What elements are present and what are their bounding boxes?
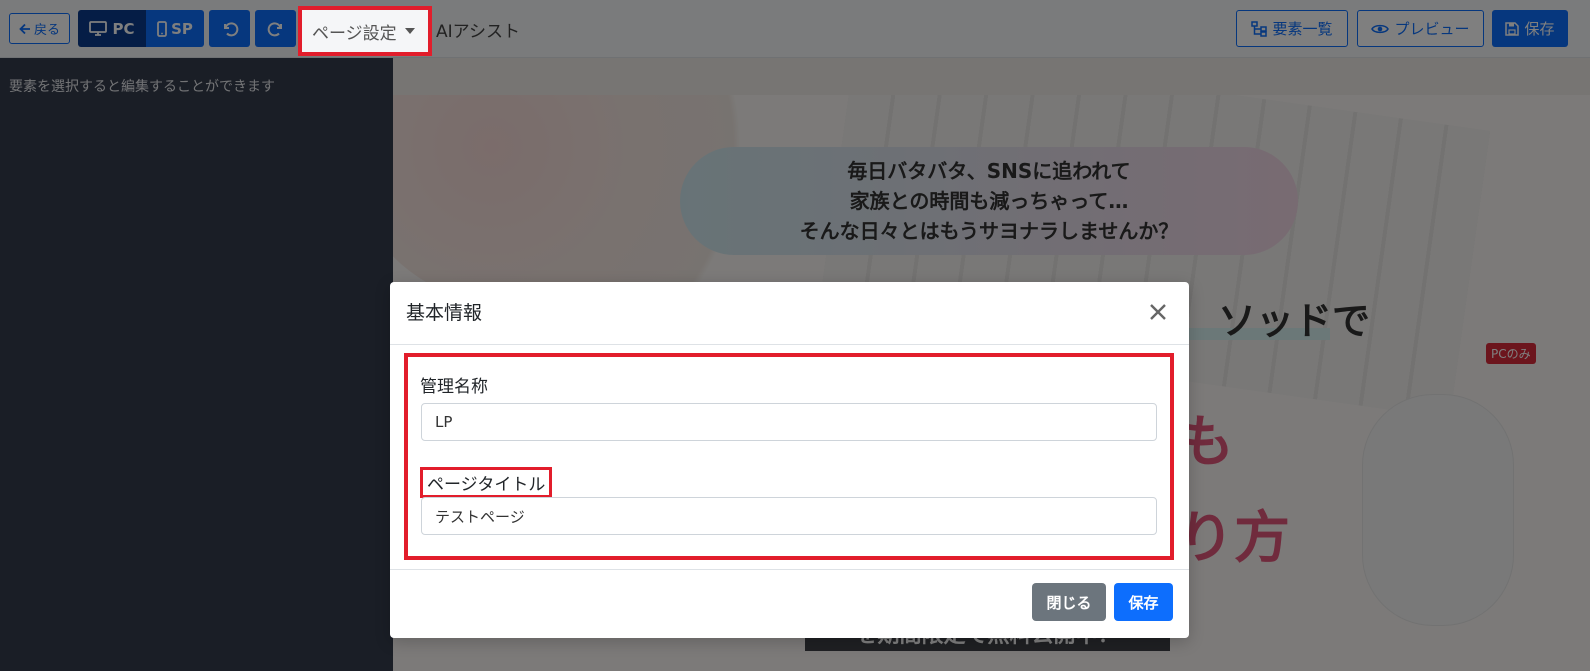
- close-button[interactable]: 閉じる: [1032, 583, 1106, 621]
- management-name-input[interactable]: [421, 403, 1157, 441]
- modal-header-divider: [390, 344, 1189, 345]
- save-button[interactable]: 保存: [1114, 583, 1173, 621]
- page-setting-label: ページ設定: [312, 23, 397, 44]
- modal-footer-divider: [390, 569, 1189, 570]
- close-icon[interactable]: [1144, 298, 1172, 326]
- page-setting-dropdown[interactable]: ページ設定: [298, 6, 432, 56]
- modal-title: 基本情報: [406, 302, 483, 324]
- basic-info-modal: 基本情報 管理名称 ページタイトル 閉じる 保存: [390, 282, 1189, 638]
- management-name-label: 管理名称: [420, 377, 488, 397]
- caret-down-icon: [404, 28, 415, 34]
- page-title-label: ページタイトル: [420, 467, 553, 498]
- page-title-input[interactable]: [421, 497, 1157, 535]
